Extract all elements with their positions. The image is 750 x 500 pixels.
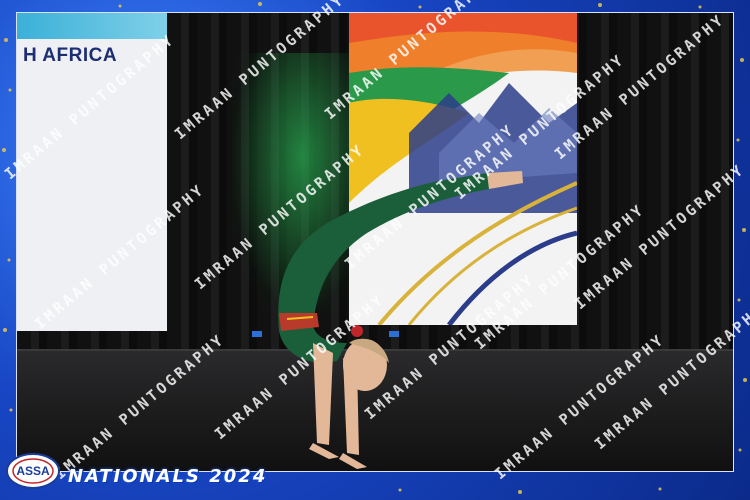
assa-logo: ASSA [6,453,60,489]
gymnast-figure [252,171,523,469]
stage-photo: H AFRICA [16,12,734,472]
event-title: NATIONALS 2024 [68,466,268,487]
assa-logo-text: ASSA [16,464,50,478]
photo-frame: H AFRICA IMRAAN PUNTOGRAPHY IMRAAN PUNTO… [0,0,750,500]
